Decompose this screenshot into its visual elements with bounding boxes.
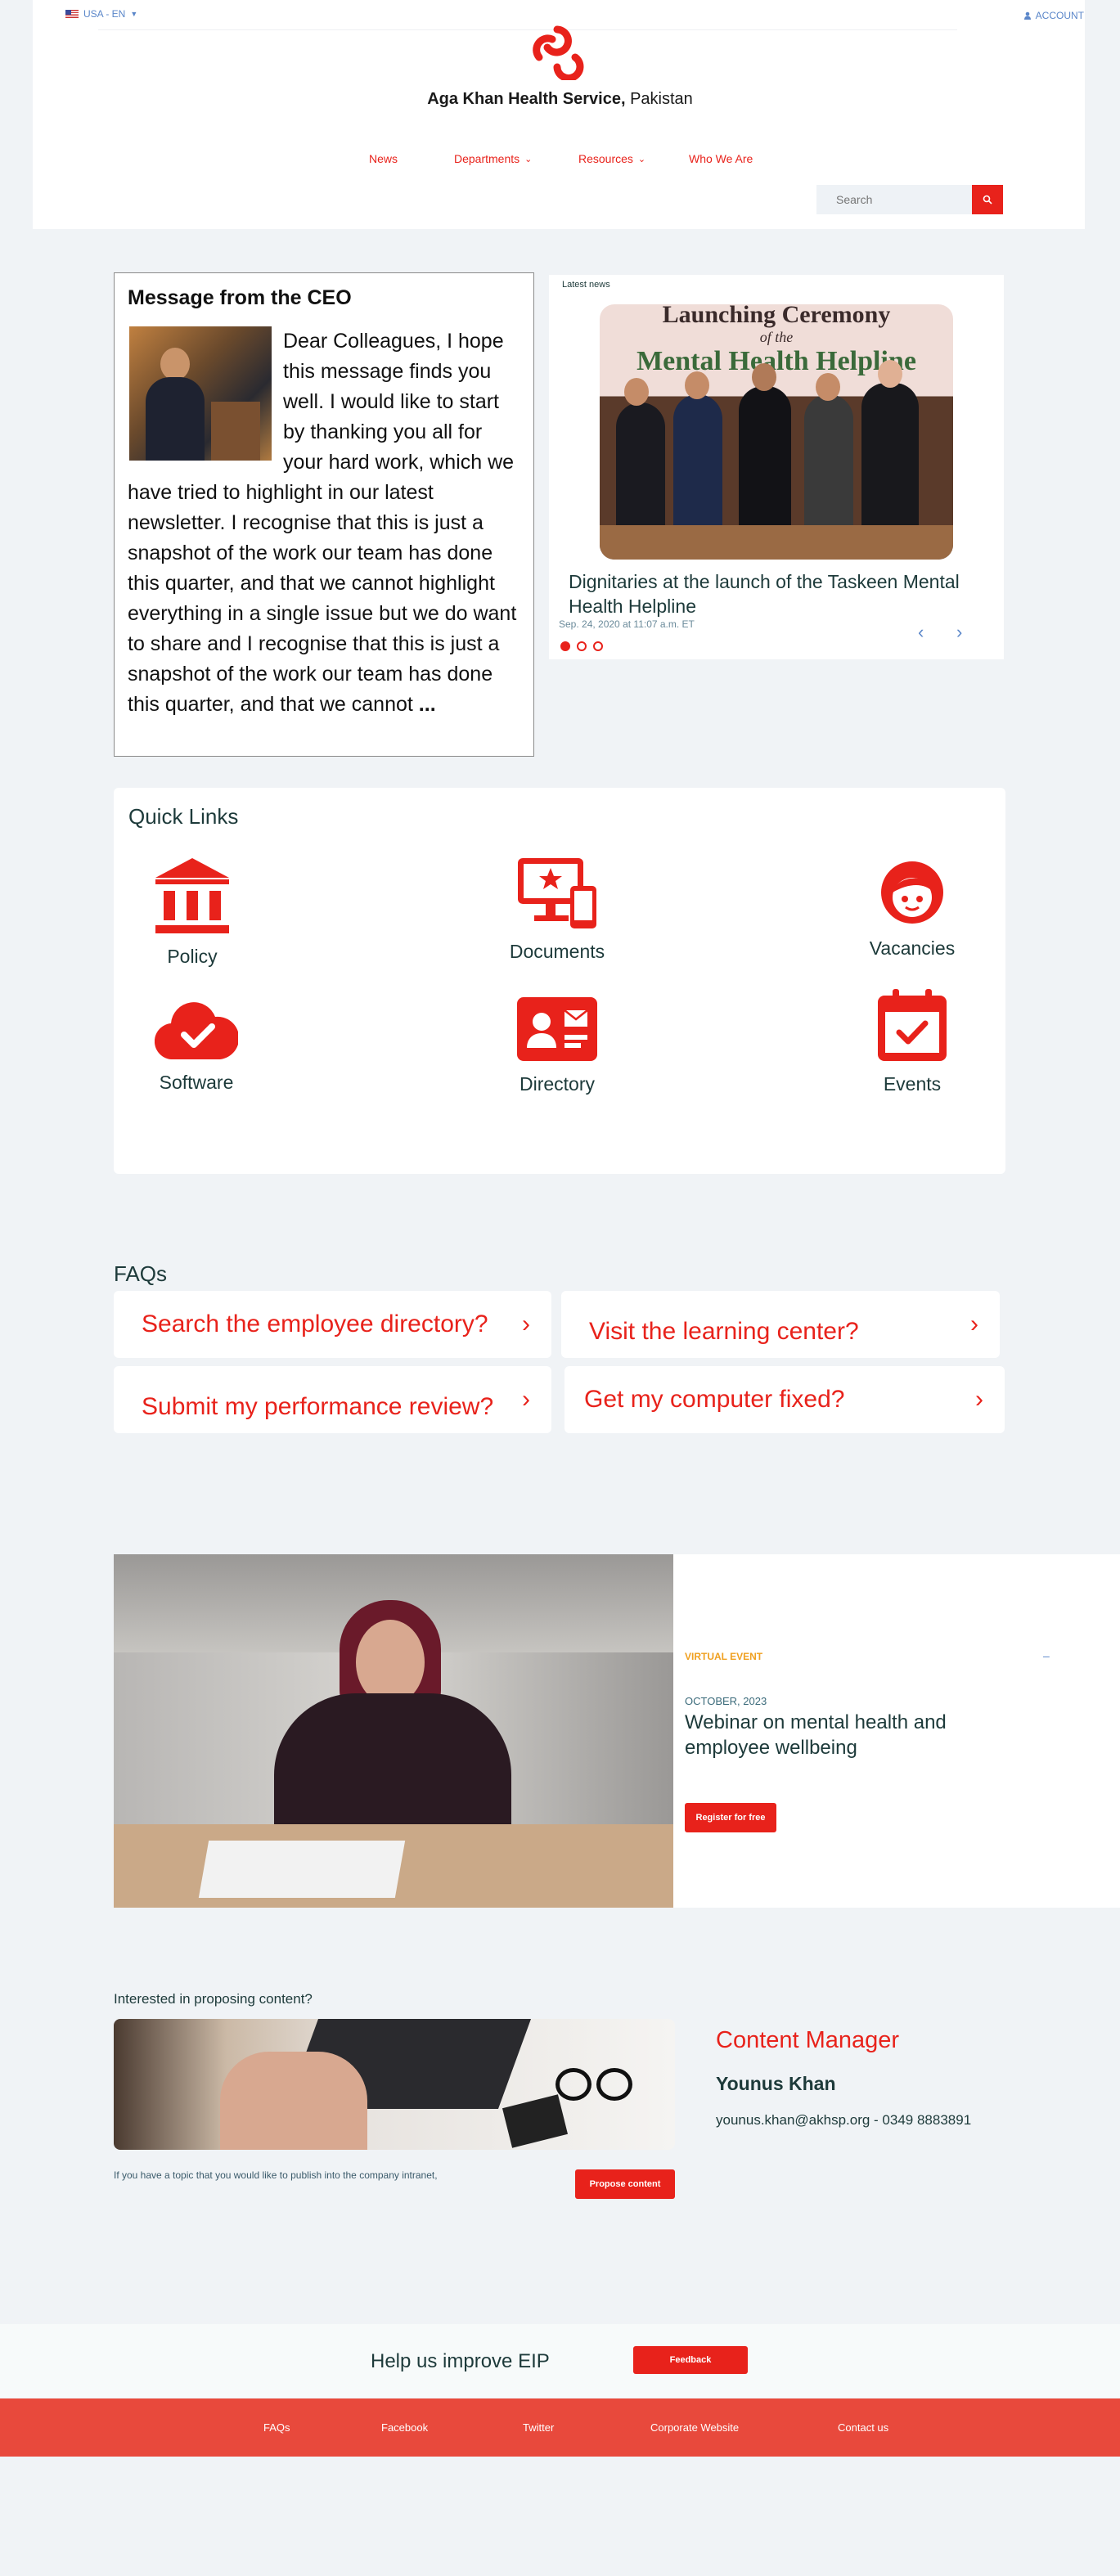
- caret-down-icon: ▼: [130, 10, 138, 18]
- footer-link-faqs[interactable]: FAQs: [263, 2421, 290, 2434]
- news-image-text: Launching Ceremony: [662, 304, 891, 328]
- feedback-bar: Help us improve EIP Feedback: [0, 2324, 1120, 2398]
- event-date: OCTOBER, 2023: [685, 1695, 767, 1707]
- footer-link-twitter[interactable]: Twitter: [523, 2421, 554, 2434]
- event-image: [114, 1554, 673, 1908]
- quick-link-documents[interactable]: Documents: [500, 858, 614, 963]
- event-title[interactable]: Webinar on mental health and employee we…: [685, 1710, 996, 1760]
- faq-item[interactable]: Submit my performance review? ›: [114, 1366, 551, 1433]
- ceo-message-card: Message from the CEO Dear Colleagues, I …: [114, 272, 534, 757]
- faqs-title: FAQs: [114, 1261, 168, 1286]
- search-input[interactable]: [816, 185, 972, 214]
- faq-question: Search the employee directory?: [142, 1310, 488, 1337]
- latest-news-label: Latest news: [562, 280, 610, 290]
- quick-link-policy[interactable]: Policy: [151, 858, 233, 968]
- nav-departments[interactable]: Departments ⌄: [454, 152, 532, 165]
- read-more-ellipsis[interactable]: ...: [419, 693, 436, 716]
- calendar-check-icon: [878, 989, 947, 1061]
- content-manager-title: Content Manager: [716, 2027, 900, 2053]
- feedback-text: Help us improve EIP: [371, 2350, 550, 2372]
- footer-link-corporate-website[interactable]: Corporate Website: [650, 2421, 739, 2434]
- devices-icon: [518, 858, 596, 928]
- account-link[interactable]: ACCOUNT: [1023, 10, 1084, 21]
- content-manager-contact[interactable]: younus.khan@akhsp.org - 0349 8883891: [716, 2112, 971, 2129]
- quick-link-label: Events: [883, 1073, 942, 1095]
- chevron-right-icon: ›: [522, 1310, 530, 1337]
- quick-link-label: Directory: [519, 1073, 595, 1095]
- proposal-image: [114, 2019, 675, 2150]
- quick-links-title: Quick Links: [128, 804, 239, 829]
- ceo-message-title: Message from the CEO: [128, 286, 352, 309]
- news-image-text: of the: [759, 329, 794, 345]
- us-flag-icon: [65, 10, 79, 18]
- news-image[interactable]: Launching Ceremony of the Mental Health …: [600, 304, 953, 560]
- footer-link-facebook[interactable]: Facebook: [381, 2421, 428, 2434]
- quick-link-label: Documents: [509, 941, 605, 962]
- bank-icon: [155, 858, 229, 933]
- nav-news[interactable]: News: [369, 152, 398, 165]
- register-button[interactable]: Register for free: [685, 1803, 776, 1832]
- carousel-dot[interactable]: [593, 641, 603, 651]
- faq-question: Visit the learning center?: [589, 1318, 859, 1345]
- quick-link-events[interactable]: Events: [855, 989, 969, 1095]
- brand-name: Aga Khan Health Service, Pakistan: [427, 90, 693, 108]
- quick-link-directory[interactable]: Directory: [500, 997, 614, 1095]
- locale-label: USA - EN: [83, 8, 126, 20]
- quick-link-label: Vacancies: [869, 937, 956, 959]
- propose-content-button[interactable]: Propose content: [575, 2169, 675, 2199]
- footer-link-contact-us[interactable]: Contact us: [838, 2421, 888, 2434]
- faq-question: Submit my performance review?: [142, 1393, 494, 1420]
- ceo-photo: [129, 326, 272, 461]
- chevron-right-icon: ›: [522, 1386, 530, 1413]
- news-caption[interactable]: Dignitaries at the launch of the Taskeen…: [569, 569, 994, 618]
- quick-link-software[interactable]: Software: [151, 1002, 241, 1094]
- chevron-right-icon: ›: [975, 1386, 983, 1413]
- content-manager-name: Younus Khan: [716, 2073, 836, 2094]
- search-bar: [816, 185, 1003, 214]
- locale-selector[interactable]: USA - EN ▼: [65, 8, 137, 20]
- faq-question: Get my computer fixed?: [584, 1386, 845, 1413]
- chevron-down-icon: ⌄: [637, 154, 646, 164]
- aga-khan-logo[interactable]: [528, 21, 587, 80]
- carousel-dot-active[interactable]: [560, 641, 570, 651]
- chevron-down-icon: ⌄: [524, 154, 533, 164]
- news-date: Sep. 24, 2020 at 11:07 a.m. ET: [559, 618, 695, 630]
- quick-link-vacancies[interactable]: Vacancies: [855, 860, 969, 960]
- latest-news-carousel: Latest news Launching Ceremony of the Me…: [549, 275, 1004, 659]
- face-icon: [881, 861, 943, 924]
- nav-resources[interactable]: Resources ⌄: [578, 152, 645, 165]
- cloud-check-icon: [154, 1002, 240, 1060]
- nav-who-we-are[interactable]: Who We Are: [689, 152, 753, 165]
- quick-link-label: Policy: [167, 946, 218, 967]
- quick-link-label: Software: [159, 1072, 234, 1093]
- chevron-right-icon[interactable]: ›: [956, 622, 962, 643]
- chevron-left-icon[interactable]: ‹: [918, 622, 924, 643]
- user-icon: [1023, 11, 1031, 20]
- site-footer: FAQs Facebook Twitter Corporate Website …: [0, 2398, 1120, 2457]
- carousel-dot[interactable]: [577, 641, 587, 651]
- quick-links-card: Quick Links Policy Documents Vacancies S…: [114, 788, 1005, 1174]
- faq-item[interactable]: Visit the learning center? ›: [561, 1291, 1000, 1358]
- proposal-text: If you have a topic that you would like …: [114, 2169, 438, 2181]
- search-button[interactable]: [972, 185, 1003, 214]
- event-tag: VIRTUAL EVENT: [685, 1651, 763, 1662]
- search-icon: [983, 195, 992, 205]
- event-separator: –: [1043, 1649, 1050, 1662]
- proposal-title: Interested in proposing content?: [114, 1991, 313, 2007]
- chevron-right-icon: ›: [970, 1310, 978, 1337]
- faq-item[interactable]: Get my computer fixed? ›: [564, 1366, 1005, 1433]
- event-panel: VIRTUAL EVENT – OCTOBER, 2023 Webinar on…: [673, 1554, 1120, 1908]
- contact-card-icon: [517, 997, 597, 1061]
- faq-item[interactable]: Search the employee directory? ›: [114, 1291, 551, 1358]
- feedback-button[interactable]: Feedback: [633, 2346, 748, 2374]
- account-label: ACCOUNT: [1035, 10, 1084, 21]
